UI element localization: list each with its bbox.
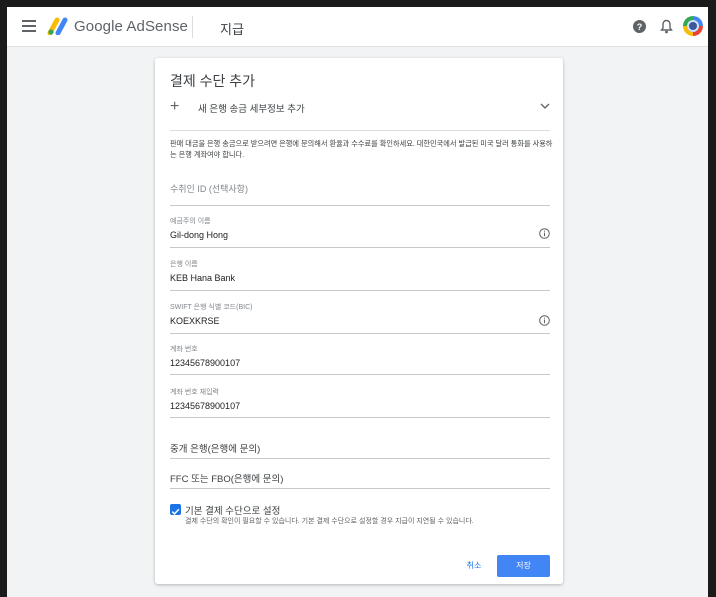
account-holder-label: 예금주의 이름 xyxy=(170,218,211,225)
info-icon[interactable] xyxy=(539,228,550,239)
info-icon[interactable] xyxy=(539,315,550,326)
intermediary-bank-placeholder: 중개 은행(은행에 문의) xyxy=(170,444,261,455)
add-bank-transfer-row[interactable]: + 새 은행 송금 세부정보 추가 xyxy=(170,98,550,120)
save-button[interactable]: 저장 xyxy=(497,555,550,577)
field-underline xyxy=(170,247,550,248)
chevron-down-icon[interactable] xyxy=(540,102,550,110)
account-number-value: 12345678900107 xyxy=(170,358,241,368)
cancel-button[interactable]: 취소 xyxy=(457,556,491,576)
account-holder-field[interactable]: 예금주의 이름 Gil-dong Hong xyxy=(170,216,550,248)
field-underline xyxy=(170,488,550,489)
menu-icon[interactable] xyxy=(22,20,36,32)
plus-icon: + xyxy=(170,98,180,115)
header-divider xyxy=(192,16,193,38)
field-underline xyxy=(170,417,550,418)
account-number-confirm-field[interactable]: 계좌 번호 재입력 12345678900107 xyxy=(170,387,550,418)
svg-text:?: ? xyxy=(637,22,643,32)
account-number-confirm-value: 12345678900107 xyxy=(170,401,241,411)
field-underline xyxy=(170,205,550,206)
account-holder-value: Gil-dong Hong xyxy=(170,230,229,240)
notifications-icon[interactable] xyxy=(660,19,673,34)
adsense-window: Google AdSense 지급 ? 결제 수단 추가 + 새 은행 송금 세… xyxy=(7,7,708,597)
payee-id-placeholder: 수취인 ID (선택사항) xyxy=(170,184,248,194)
swift-code-value: KOEXKRSE xyxy=(170,316,220,326)
top-app-bar: Google AdSense 지급 ? xyxy=(7,7,708,47)
account-avatar[interactable] xyxy=(683,16,703,36)
swift-code-label: SWIFT 은행 식별 코드(BIC) xyxy=(170,304,253,311)
help-icon[interactable]: ? xyxy=(633,20,646,33)
add-bank-transfer-label: 새 은행 송금 세부정보 추가 xyxy=(198,104,305,115)
card-title: 결제 수단 추가 xyxy=(170,73,256,89)
account-number-field[interactable]: 계좌 번호 12345678900107 xyxy=(170,344,550,375)
section-divider xyxy=(170,130,550,131)
field-underline xyxy=(170,290,550,291)
field-underline xyxy=(170,458,550,459)
field-underline xyxy=(170,333,550,334)
check-icon xyxy=(171,508,180,515)
ffc-fbo-field[interactable]: FFC 또는 FBO(은행에 문의) xyxy=(170,471,550,489)
bank-name-value: KEB Hana Bank xyxy=(170,273,236,283)
app-name: Google AdSense xyxy=(74,18,188,35)
swift-code-field[interactable]: SWIFT 은행 식별 코드(BIC) KOEXKRSE xyxy=(170,302,550,334)
account-number-confirm-label: 계좌 번호 재입력 xyxy=(170,389,219,396)
intermediary-bank-field[interactable]: 중개 은행(은행에 문의) xyxy=(170,441,550,459)
bank-transfer-description: 판매 대금을 은행 송금으로 받으려면 은행에 문의해서 환율과 수수료를 확인… xyxy=(170,139,553,159)
add-payment-method-card: 결제 수단 추가 + 새 은행 송금 세부정보 추가 판매 대금을 은행 송금으… xyxy=(155,58,563,584)
account-number-label: 계좌 번호 xyxy=(170,346,198,353)
ffc-fbo-placeholder: FFC 또는 FBO(은행에 문의) xyxy=(170,474,284,485)
default-payment-note: 결제 수단의 확인이 필요할 수 있습니다. 기본 결제 수단으로 설정할 경우… xyxy=(185,518,474,525)
default-payment-label: 기본 결제 수단으로 설정 xyxy=(185,506,281,517)
default-payment-checkbox[interactable] xyxy=(170,504,181,515)
bank-name-label: 은행 이름 xyxy=(170,261,198,268)
bank-name-field[interactable]: 은행 이름 KEB Hana Bank xyxy=(170,259,550,291)
section-title: 지급 xyxy=(220,22,244,37)
adsense-logo-icon xyxy=(47,17,68,35)
field-underline xyxy=(170,374,550,375)
payee-id-field[interactable]: 수취인 ID (선택사항) xyxy=(170,182,550,206)
